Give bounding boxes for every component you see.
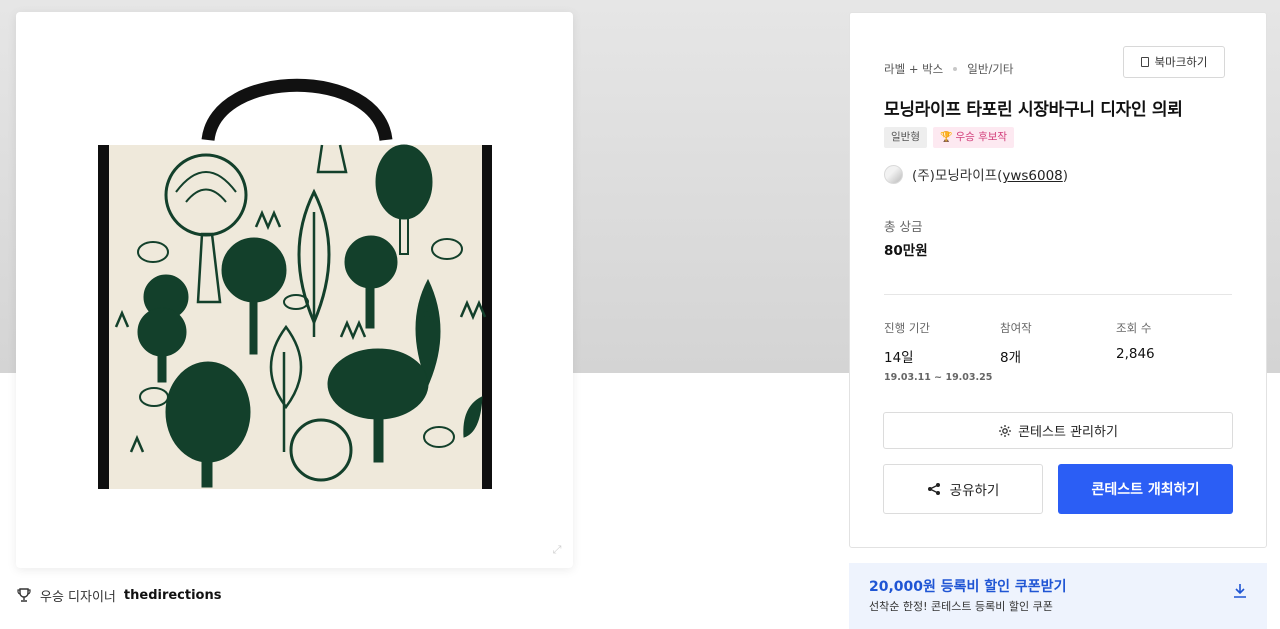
gear-icon [999, 424, 1012, 437]
bookmark-icon [1140, 57, 1149, 67]
trophy-icon: 🏆 [939, 132, 953, 143]
contest-info-card: 라벨 + 박스 일반/기타 북마크하기 모닝라이프 타포린 시장바구니 디자인 … [849, 12, 1267, 548]
manage-contest-button[interactable]: 콘테스트 관리하기 [883, 412, 1233, 449]
share-label: 공유하기 [949, 483, 1000, 499]
tag-award-label: 우승 후보작 [955, 131, 1008, 143]
stat-period-range: 19.03.11 ~ 19.03.25 [884, 372, 993, 383]
bookmark-label: 북마크하기 [1154, 55, 1208, 69]
divider [884, 294, 1232, 295]
contest-title: 모닝라이프 타포린 시장바구니 디자인 의뢰 [884, 100, 1183, 120]
stat-views: 조회 수 2,846 [1116, 320, 1155, 362]
coupon-title: 20,000원 등록비 할인 쿠폰받기 [869, 579, 1067, 595]
entry-image-card[interactable]: ⤢ [16, 12, 573, 568]
host-id-link[interactable]: yws6008 [1002, 168, 1062, 184]
category-main[interactable]: 라벨 + 박스 [884, 61, 943, 77]
contest-tags: 일반형 🏆 우승 후보작 [884, 127, 1015, 148]
manage-contest-label: 콘테스트 관리하기 [1018, 425, 1118, 440]
prize-value: 80만원 [884, 243, 928, 259]
host-contest-button[interactable]: 콘테스트 개최하기 [1058, 464, 1233, 514]
bookmark-button[interactable]: 북마크하기 [1123, 46, 1225, 78]
breadcrumb: 라벨 + 박스 일반/기타 [884, 61, 1013, 77]
winner-name[interactable]: thedirections [124, 588, 222, 603]
zoom-icon[interactable]: ⤢ [551, 544, 563, 556]
separator-dot [953, 67, 958, 71]
tag-award: 🏆 우승 후보작 [932, 127, 1015, 148]
category-sub[interactable]: 일반/기타 [967, 61, 1013, 77]
winner-prefix: 우승 디자이너 [40, 589, 116, 605]
prize-label: 총 상금 [884, 219, 923, 234]
stat-period: 진행 기간 14일 19.03.11 ~ 19.03.25 [884, 320, 992, 383]
coupon-banner[interactable]: 20,000원 등록비 할인 쿠폰받기 선착순 한정! 콘테스트 등록비 할인 … [849, 563, 1267, 629]
host-name: (주)모닝라이프 [912, 168, 998, 184]
trophy-icon [17, 588, 31, 602]
stat-entries-value: 8개 [1000, 350, 1022, 366]
avatar [884, 164, 903, 184]
stat-views-label: 조회 수 [1116, 321, 1152, 335]
stat-period-value: 14일 [884, 350, 914, 366]
tag-general: 일반형 [884, 127, 927, 148]
host-info: (주)모닝라이프(yws6008) [884, 164, 1068, 184]
share-button[interactable]: 공유하기 [883, 464, 1043, 514]
tote-bag-design-image [98, 78, 492, 489]
coupon-subtitle: 선착순 한정! 콘테스트 등록비 할인 쿠폰 [869, 600, 1053, 613]
download-icon[interactable] [1233, 583, 1247, 599]
stat-views-value: 2,846 [1116, 346, 1155, 362]
winner-designer: 우승 디자이너 thedirections [16, 584, 221, 606]
share-icon [927, 483, 940, 495]
stat-period-label: 진행 기간 [884, 321, 930, 335]
stat-entries: 참여작 8개 [1000, 320, 1032, 366]
stat-entries-label: 참여작 [1000, 321, 1032, 335]
